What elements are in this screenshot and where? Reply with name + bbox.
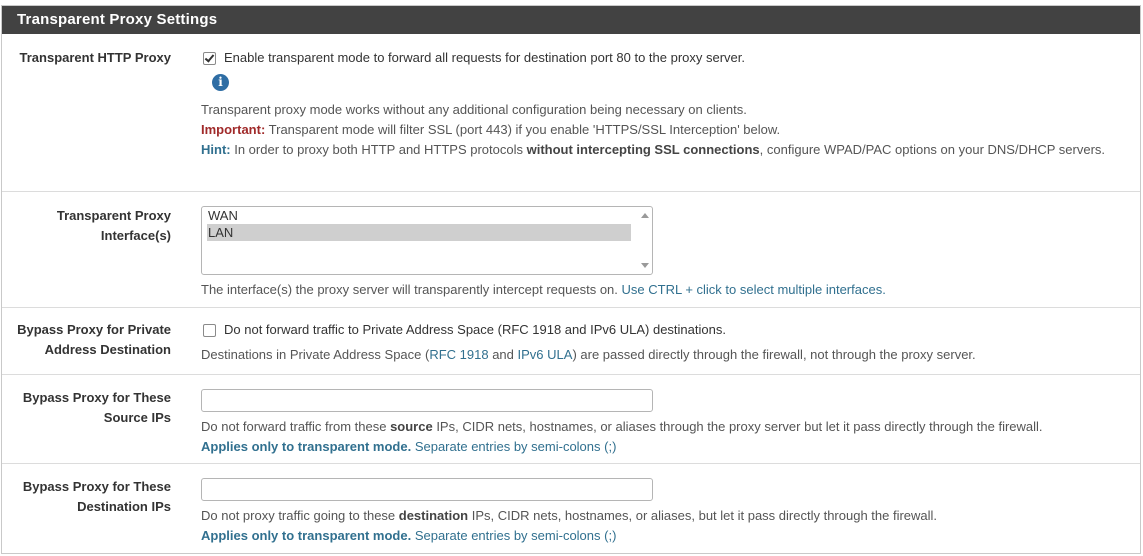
transparent-http-proxy-label: Transparent HTTP Proxy [19, 50, 171, 65]
bypass-private-label-line2: Address Destination [44, 342, 171, 357]
bypass-destination-applies-text: Separate entries by semi-colons (;) [411, 528, 617, 543]
row-bypass-destination: Bypass Proxy for These Destination IPs D… [2, 464, 1140, 553]
transparent-http-proxy-checkbox-label[interactable]: Enable transparent mode to forward all r… [224, 48, 745, 68]
hint-bold: without intercepting SSL connections [526, 142, 760, 157]
bypass-destination-help-a: Do not proxy traffic going to these [201, 508, 399, 523]
rfc1918-link[interactable]: RFC 1918 [429, 347, 488, 362]
bypass-source-help-a: Do not forward traffic from these [201, 419, 391, 434]
important-text: Transparent mode will filter SSL (port 4… [265, 122, 781, 137]
bypass-destination-applies-label: Applies only to transparent mode. [201, 528, 412, 543]
bypass-destination-help: Do not proxy traffic going to these dest… [201, 506, 1111, 546]
bypass-destination-label: Bypass Proxy for These Destination IPs [2, 477, 171, 517]
interface-option-wan[interactable]: WAN [207, 207, 631, 224]
interfaces-help-link: Use CTRL + click to select multiple inte… [621, 282, 886, 297]
bypass-destination-help-b: IPs, CIDR nets, hostnames, or aliases, b… [468, 508, 938, 523]
bypass-source-label: Bypass Proxy for These Source IPs [2, 388, 171, 428]
ipv6-ula-link[interactable]: IPv6 ULA [518, 347, 573, 362]
transparent-http-proxy-checkbox[interactable] [203, 51, 216, 65]
bypass-destination-help-line1: Do not proxy traffic going to these dest… [201, 506, 1111, 526]
bypass-private-checkbox[interactable] [203, 323, 216, 337]
hint-label: Hint: [201, 142, 231, 157]
panel-title: Transparent Proxy Settings [2, 6, 1140, 34]
scroll-down-arrow-icon[interactable] [641, 263, 649, 268]
help-line-important: Important: Transparent mode will filter … [201, 120, 1111, 140]
interfaces-select[interactable]: WAN LAN [201, 206, 653, 275]
help-line-1: Transparent proxy mode works without any… [201, 102, 747, 117]
bypass-source-help-line2: Applies only to transparent mode. Separa… [201, 437, 1111, 457]
row-proxy-interfaces: Transparent Proxy Interface(s) WAN LAN T… [2, 192, 1140, 308]
bypass-source-help-b: IPs, CIDR nets, hostnames, or aliases th… [432, 419, 1043, 434]
bypass-source-label-line1: Bypass Proxy for These [22, 390, 171, 405]
bypass-destination-label-line2: Destination IPs [77, 499, 171, 514]
proxy-interfaces-label-line2: Interface(s) [100, 228, 171, 243]
bypass-private-help-c: ) are passed directly through the firewa… [572, 347, 976, 362]
bypass-private-help: Destinations in Private Address Space (R… [201, 345, 1111, 365]
bypass-source-help: Do not forward traffic from these source… [201, 417, 1111, 457]
bypass-source-input[interactable] [201, 389, 653, 412]
bypass-private-help-a: Destinations in Private Address Space ( [201, 347, 430, 362]
interfaces-help: The interface(s) the proxy server will t… [201, 280, 1111, 300]
hint-text-b: , configure WPAD/PAC options on your DNS… [759, 142, 1106, 157]
bypass-destination-help-bold: destination [398, 508, 469, 523]
scroll-up-arrow-icon[interactable] [641, 213, 649, 218]
help-line-hint: Hint: In order to proxy both HTTP and HT… [201, 140, 1111, 160]
bypass-destination-input[interactable] [201, 478, 653, 501]
interface-option-lan[interactable]: LAN [207, 224, 631, 241]
row-bypass-source: Bypass Proxy for These Source IPs Do not… [2, 375, 1140, 464]
bypass-source-help-bold: source [390, 419, 433, 434]
bypass-source-applies-label: Applies only to transparent mode. [201, 439, 412, 454]
bypass-source-label-line2: Source IPs [103, 410, 171, 425]
hint-text-a: In order to proxy both HTTP and HTTPS pr… [230, 142, 527, 157]
bypass-private-checkbox-label[interactable]: Do not forward traffic to Private Addres… [224, 320, 726, 340]
transparent-proxy-panel: Transparent Proxy Settings Transparent H… [1, 5, 1141, 554]
proxy-interfaces-label-line1: Transparent Proxy [56, 208, 171, 223]
row-bypass-private: Bypass Proxy for Private Address Destina… [2, 308, 1140, 375]
bypass-source-applies-text: Separate entries by semi-colons (;) [411, 439, 617, 454]
interfaces-help-text: The interface(s) the proxy server will t… [201, 282, 622, 297]
bypass-source-help-line1: Do not forward traffic from these source… [201, 417, 1111, 437]
row-transparent-http-proxy: Transparent HTTP Proxy Enable transparen… [2, 34, 1140, 192]
transparent-http-proxy-help: Transparent proxy mode works without any… [201, 100, 1111, 160]
bypass-private-label: Bypass Proxy for Private Address Destina… [2, 320, 171, 360]
important-label: Important: [201, 122, 266, 137]
bypass-private-label-line1: Bypass Proxy for Private [17, 322, 171, 337]
bypass-private-help-b: and [488, 347, 518, 362]
bypass-destination-help-line2: Applies only to transparent mode. Separa… [201, 526, 1111, 546]
info-icon[interactable]: i [212, 74, 229, 91]
proxy-interfaces-label: Transparent Proxy Interface(s) [2, 206, 171, 246]
bypass-destination-label-line1: Bypass Proxy for These [22, 479, 171, 494]
